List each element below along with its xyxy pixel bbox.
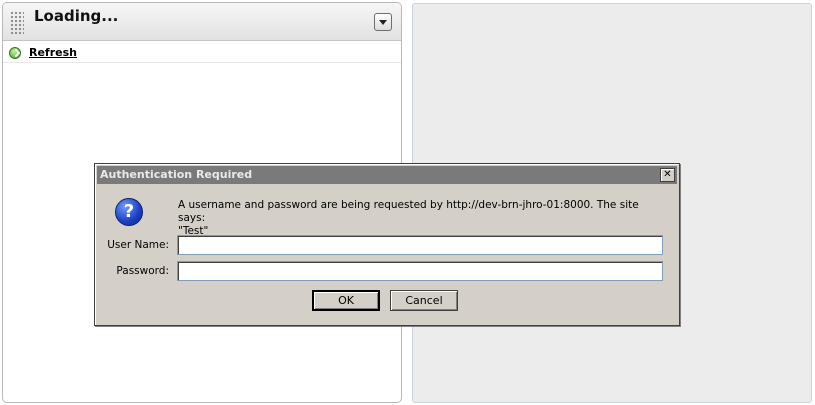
username-label: User Name:: [107, 239, 169, 251]
password-label: Password:: [116, 265, 169, 277]
portlet-toolbar: Refresh: [3, 42, 401, 63]
dialog-title: Authentication Required: [100, 168, 253, 181]
authentication-dialog: Authentication Required ✕ ? A username a…: [94, 163, 680, 326]
portlet-header[interactable]: Loading...: [3, 3, 401, 41]
dialog-message: A username and password are being reques…: [178, 199, 658, 238]
refresh-link[interactable]: Refresh: [29, 46, 77, 59]
refresh-icon[interactable]: [9, 47, 21, 59]
ok-button[interactable]: OK: [312, 290, 380, 311]
dialog-titlebar[interactable]: Authentication Required ✕: [97, 166, 677, 184]
portlet-title: Loading...: [34, 7, 119, 25]
cancel-button[interactable]: Cancel: [390, 290, 458, 311]
close-icon[interactable]: ✕: [660, 168, 675, 182]
password-field[interactable]: [177, 261, 663, 281]
drag-handle-icon[interactable]: [10, 11, 24, 35]
chevron-down-icon[interactable]: [374, 13, 392, 31]
message-line-1: A username and password are being reques…: [178, 199, 639, 224]
username-field[interactable]: [177, 235, 663, 255]
question-icon: ?: [115, 198, 143, 226]
